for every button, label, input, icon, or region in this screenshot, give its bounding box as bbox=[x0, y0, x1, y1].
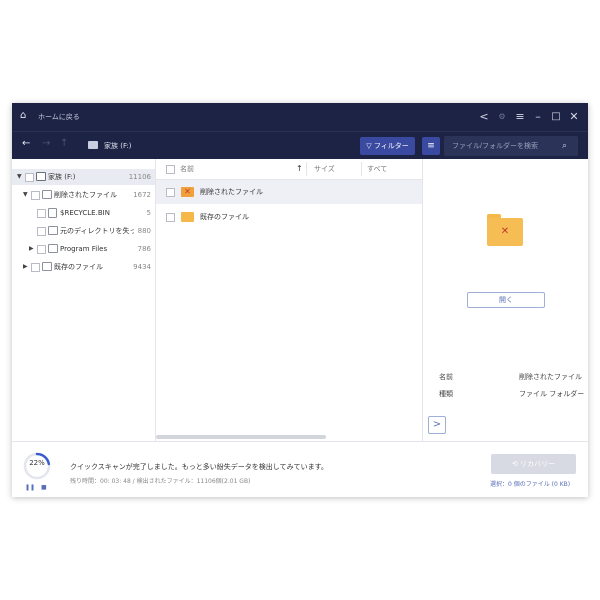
tree-item-label: Program Files bbox=[60, 245, 108, 253]
next-arrow-button[interactable]: > bbox=[428, 416, 446, 434]
property-type-label: 種類 bbox=[439, 390, 453, 398]
list-icon: ≡ bbox=[427, 141, 435, 151]
folder-icon bbox=[48, 226, 58, 235]
up-arrow-icon[interactable]: ↑ bbox=[60, 138, 68, 149]
horizontal-scrollbar[interactable] bbox=[156, 435, 326, 439]
minimize-icon[interactable]: – bbox=[532, 110, 544, 124]
toolbar: ← → ↑ 家族 (F:) ▽ フィルター ≡ ⌕ bbox=[12, 131, 588, 159]
tree-item-label: 削除されたファイル bbox=[54, 191, 117, 199]
preview-panel: ✕ 開く 名前 削除されたファイル 種類 ファイル フォルダー > bbox=[423, 159, 588, 441]
tree-item-count: 880 bbox=[137, 227, 151, 235]
share-icon[interactable]: < bbox=[478, 110, 490, 124]
sort-up-icon[interactable]: ↑ bbox=[296, 159, 303, 179]
checkbox[interactable] bbox=[166, 213, 175, 222]
folder-tree: ▼ 家族 (F:) 11106 ▼ 削除されたファイル 1672 $RECYCL… bbox=[12, 159, 156, 441]
tree-item-program-files[interactable]: ▶ Program Files 786 bbox=[12, 241, 155, 257]
column-all[interactable]: すべて bbox=[367, 159, 387, 179]
back-arrow-icon[interactable]: ← bbox=[22, 138, 30, 149]
expand-arrow-icon[interactable]: ▼ bbox=[17, 169, 22, 185]
deleted-folder-icon: ✕ bbox=[181, 187, 194, 197]
tree-item-count: 1672 bbox=[133, 191, 151, 199]
tree-item-label: 既存のファイル bbox=[54, 263, 103, 271]
column-name[interactable]: 名前 bbox=[180, 159, 194, 179]
tree-item-existing-files[interactable]: ▶ 既存のファイル 9434 bbox=[12, 259, 155, 275]
back-to-home-link[interactable]: ホームに戻る bbox=[38, 112, 80, 122]
checkbox[interactable] bbox=[166, 188, 175, 197]
checkbox[interactable] bbox=[25, 173, 34, 182]
select-all-checkbox[interactable] bbox=[166, 165, 175, 174]
close-icon[interactable]: ✕ bbox=[568, 110, 580, 124]
column-size[interactable]: サイズ bbox=[314, 159, 335, 179]
file-name: 削除されたファイル bbox=[200, 188, 263, 196]
tree-item-lost-directory[interactable]: 元のディレクトリを失った… 880 bbox=[12, 223, 155, 239]
stop-icon[interactable]: ■ bbox=[41, 484, 47, 491]
tree-item-count: 786 bbox=[137, 245, 151, 253]
file-name: 既存のファイル bbox=[200, 213, 249, 221]
home-icon[interactable]: ⌂ bbox=[20, 110, 26, 122]
list-view-button[interactable]: ≡ bbox=[422, 137, 440, 155]
file-icon bbox=[48, 208, 57, 218]
column-header: 名前 ↑ サイズ すべて bbox=[156, 159, 422, 180]
scan-detail: 残り時間：00: 03: 48 / 検出されたファイル：11106個(2.01 … bbox=[70, 478, 251, 485]
pause-icon[interactable]: ❚❚ bbox=[25, 484, 35, 491]
drive-icon bbox=[36, 172, 46, 181]
property-name-value: 削除されたファイル bbox=[519, 373, 582, 381]
tree-item-count: 11106 bbox=[128, 173, 151, 181]
filter-icon: ▽ bbox=[366, 142, 374, 150]
recover-icon: ⟲ bbox=[511, 460, 521, 468]
app-window: ⌂ ホームに戻る < ⚙ ≡ – □ ✕ ← → ↑ 家族 (F:) ▽ フィル… bbox=[12, 103, 588, 497]
tree-item-count: 5 bbox=[146, 209, 151, 217]
location-path: 家族 (F:) bbox=[104, 142, 132, 150]
recover-label: リカバリー bbox=[520, 460, 556, 468]
tree-item-count: 9434 bbox=[133, 263, 151, 271]
tree-item-label: $RECYCLE.BIN bbox=[60, 209, 110, 217]
settings-icon[interactable]: ⚙ bbox=[496, 110, 508, 124]
search-icon[interactable]: ⌕ bbox=[562, 140, 574, 152]
tree-item-label: 家族 (F:) bbox=[48, 173, 76, 181]
title-bar: ⌂ ホームに戻る < ⚙ ≡ – □ ✕ bbox=[12, 103, 588, 131]
deleted-folder-icon: ✕ bbox=[487, 214, 523, 246]
folder-icon bbox=[181, 212, 194, 222]
recover-button[interactable]: ⟲ リカバリー bbox=[491, 454, 576, 474]
tree-item-label: 元のディレクトリを失った… bbox=[60, 227, 134, 235]
tree-item-recycle-bin[interactable]: $RECYCLE.BIN 5 bbox=[12, 205, 155, 221]
property-type-value: ファイル フォルダー bbox=[519, 390, 585, 398]
folder-icon bbox=[42, 262, 52, 271]
checkbox[interactable] bbox=[31, 191, 40, 200]
scan-status-message: クイックスキャンが完了しました。もっと多い紛失データを検出してみています。 bbox=[70, 463, 328, 471]
search-input[interactable] bbox=[444, 136, 578, 156]
column-divider bbox=[306, 162, 307, 176]
open-button[interactable]: 開く bbox=[467, 292, 545, 308]
expand-arrow-icon[interactable]: ▼ bbox=[23, 187, 28, 203]
property-name-label: 名前 bbox=[439, 373, 453, 381]
collapse-arrow-icon[interactable]: ▶ bbox=[29, 241, 34, 257]
file-row[interactable]: 既存のファイル bbox=[156, 205, 422, 229]
filter-label: フィルター bbox=[373, 142, 409, 150]
selection-info: 選択：0 個のファイル (0 KB) bbox=[490, 481, 571, 488]
file-row[interactable]: ✕ 削除されたファイル bbox=[156, 180, 422, 204]
checkbox[interactable] bbox=[31, 263, 40, 272]
progress-percent: 22% bbox=[29, 459, 45, 467]
maximize-icon[interactable]: □ bbox=[550, 110, 562, 124]
drive-icon bbox=[88, 141, 98, 149]
column-divider bbox=[361, 162, 362, 176]
status-bar: 22% ❚❚ ■ クイックスキャンが完了しました。もっと多い紛失データを検出して… bbox=[12, 441, 588, 497]
checkbox[interactable] bbox=[37, 227, 46, 236]
filter-button[interactable]: ▽ フィルター bbox=[360, 137, 415, 155]
checkbox[interactable] bbox=[37, 209, 46, 218]
menu-icon[interactable]: ≡ bbox=[514, 110, 526, 124]
deleted-folder-icon bbox=[42, 190, 52, 199]
folder-icon bbox=[48, 244, 58, 253]
tree-item-deleted-files[interactable]: ▼ 削除されたファイル 1672 bbox=[12, 187, 155, 203]
forward-arrow-icon[interactable]: → bbox=[42, 138, 50, 149]
tree-item-drive[interactable]: ▼ 家族 (F:) 11106 bbox=[12, 169, 155, 185]
chevron-right-icon: > bbox=[432, 419, 442, 430]
collapse-arrow-icon[interactable]: ▶ bbox=[23, 259, 28, 275]
file-list: 名前 ↑ サイズ すべて ✕ 削除されたファイル 既存のファイル bbox=[156, 159, 423, 441]
checkbox[interactable] bbox=[37, 245, 46, 254]
